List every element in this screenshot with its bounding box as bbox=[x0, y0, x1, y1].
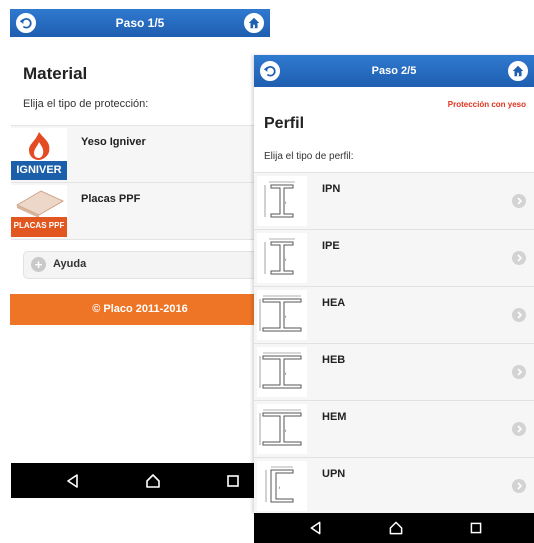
list-item-yeso-igniver[interactable]: IGNIVER Yeso Igniver bbox=[11, 125, 270, 182]
chevron-right-icon bbox=[512, 365, 526, 379]
list-item-label: Placas PPF bbox=[81, 193, 141, 205]
help-label: Ayuda bbox=[53, 258, 87, 270]
screen-step-2: Paso 2/5 Protección con yeso Perfil Elij… bbox=[254, 55, 534, 514]
profile-diagram-icon: t bbox=[257, 176, 307, 226]
profile-diagram-icon: t bbox=[257, 290, 307, 340]
header-title: Paso 1/5 bbox=[115, 16, 165, 30]
page-subtitle: Elija el tipo de protección: bbox=[23, 98, 149, 110]
home-icon bbox=[248, 17, 260, 29]
nav-recents-icon bbox=[227, 474, 239, 487]
profile-diagram-icon: t bbox=[257, 233, 307, 283]
list-item-heb[interactable]: t HEB bbox=[254, 343, 534, 400]
list-item-hem[interactable]: t HEM bbox=[254, 400, 534, 457]
nav-recents-button[interactable] bbox=[227, 474, 239, 487]
chevron-right-icon bbox=[512, 422, 526, 436]
chevron-right-icon bbox=[512, 308, 526, 322]
igniver-logo-text: IGNIVER bbox=[16, 164, 61, 176]
svg-text:t: t bbox=[285, 314, 287, 319]
material-list: IGNIVER Yeso Igniver PLACAS PPF Placas P… bbox=[11, 125, 270, 240]
list-item-label: Yeso Igniver bbox=[81, 136, 146, 148]
plus-icon: + bbox=[31, 257, 46, 272]
page-title: Perfil bbox=[264, 115, 305, 132]
android-nav-bar bbox=[254, 513, 534, 543]
profile-diagram-icon: t bbox=[257, 404, 307, 454]
nav-home-icon bbox=[389, 521, 403, 535]
svg-text:t: t bbox=[279, 485, 281, 490]
profile-diagram-icon: t bbox=[257, 461, 307, 511]
list-item-placas-ppf[interactable]: PLACAS PPF Placas PPF bbox=[11, 182, 270, 240]
list-item-label: HEM bbox=[322, 411, 347, 423]
chevron-right-icon bbox=[512, 251, 526, 265]
placas-ppf-logo: PLACAS PPF bbox=[11, 185, 67, 237]
svg-text:t: t bbox=[285, 428, 287, 433]
nav-home-icon bbox=[146, 473, 160, 488]
placas-ppf-logo-text: PLACAS PPF bbox=[14, 221, 65, 230]
help-collapsible[interactable]: + Ayuda bbox=[23, 251, 271, 279]
list-item-ipe[interactable]: t IPE bbox=[254, 229, 534, 286]
nav-back-icon bbox=[310, 521, 321, 535]
header-title: Paso 2/5 bbox=[371, 65, 417, 77]
nav-recents-icon bbox=[470, 522, 482, 534]
nav-back-button[interactable] bbox=[310, 521, 323, 535]
header-bar: Paso 2/5 bbox=[254, 55, 534, 87]
footer-copyright: © Placo 2011-2016 bbox=[10, 294, 270, 325]
list-item-label: HEA bbox=[322, 297, 346, 309]
home-button[interactable] bbox=[508, 61, 528, 81]
chevron-right-icon bbox=[512, 194, 526, 208]
nav-back-button[interactable] bbox=[66, 473, 80, 488]
profile-list: t IPN t IPE t HEA t HEB t HEM t UPN bbox=[254, 172, 534, 514]
page-subtitle: Elija el tipo de perfil: bbox=[264, 151, 354, 162]
svg-text:t: t bbox=[285, 257, 287, 262]
nav-home-button[interactable] bbox=[145, 473, 161, 489]
header-bar: Paso 1/5 bbox=[10, 9, 270, 37]
nav-recents-button[interactable] bbox=[470, 522, 482, 534]
screen-step-1: Paso 1/5 Material Elija el tipo de prote… bbox=[0, 0, 271, 505]
list-item-label: UPN bbox=[322, 468, 346, 480]
home-button[interactable] bbox=[244, 13, 264, 33]
list-item-label: IPE bbox=[322, 240, 340, 252]
protection-note: Protección con yeso bbox=[447, 100, 526, 109]
list-item-hea[interactable]: t HEA bbox=[254, 286, 534, 343]
android-nav-bar bbox=[11, 463, 270, 498]
nav-back-icon bbox=[67, 473, 78, 488]
list-item-label: HEB bbox=[322, 354, 346, 366]
home-icon bbox=[512, 65, 524, 77]
list-item-ipn[interactable]: t IPN bbox=[254, 172, 534, 229]
igniver-logo: IGNIVER bbox=[11, 128, 67, 180]
chevron-right-icon bbox=[512, 479, 526, 493]
list-item-upn[interactable]: t UPN bbox=[254, 457, 534, 514]
page-title: Material bbox=[23, 64, 88, 83]
svg-text:t: t bbox=[285, 371, 287, 376]
nav-home-button[interactable] bbox=[389, 521, 404, 536]
list-item-label: IPN bbox=[322, 183, 341, 195]
svg-text:t: t bbox=[285, 200, 287, 205]
profile-diagram-icon: t bbox=[257, 347, 307, 397]
